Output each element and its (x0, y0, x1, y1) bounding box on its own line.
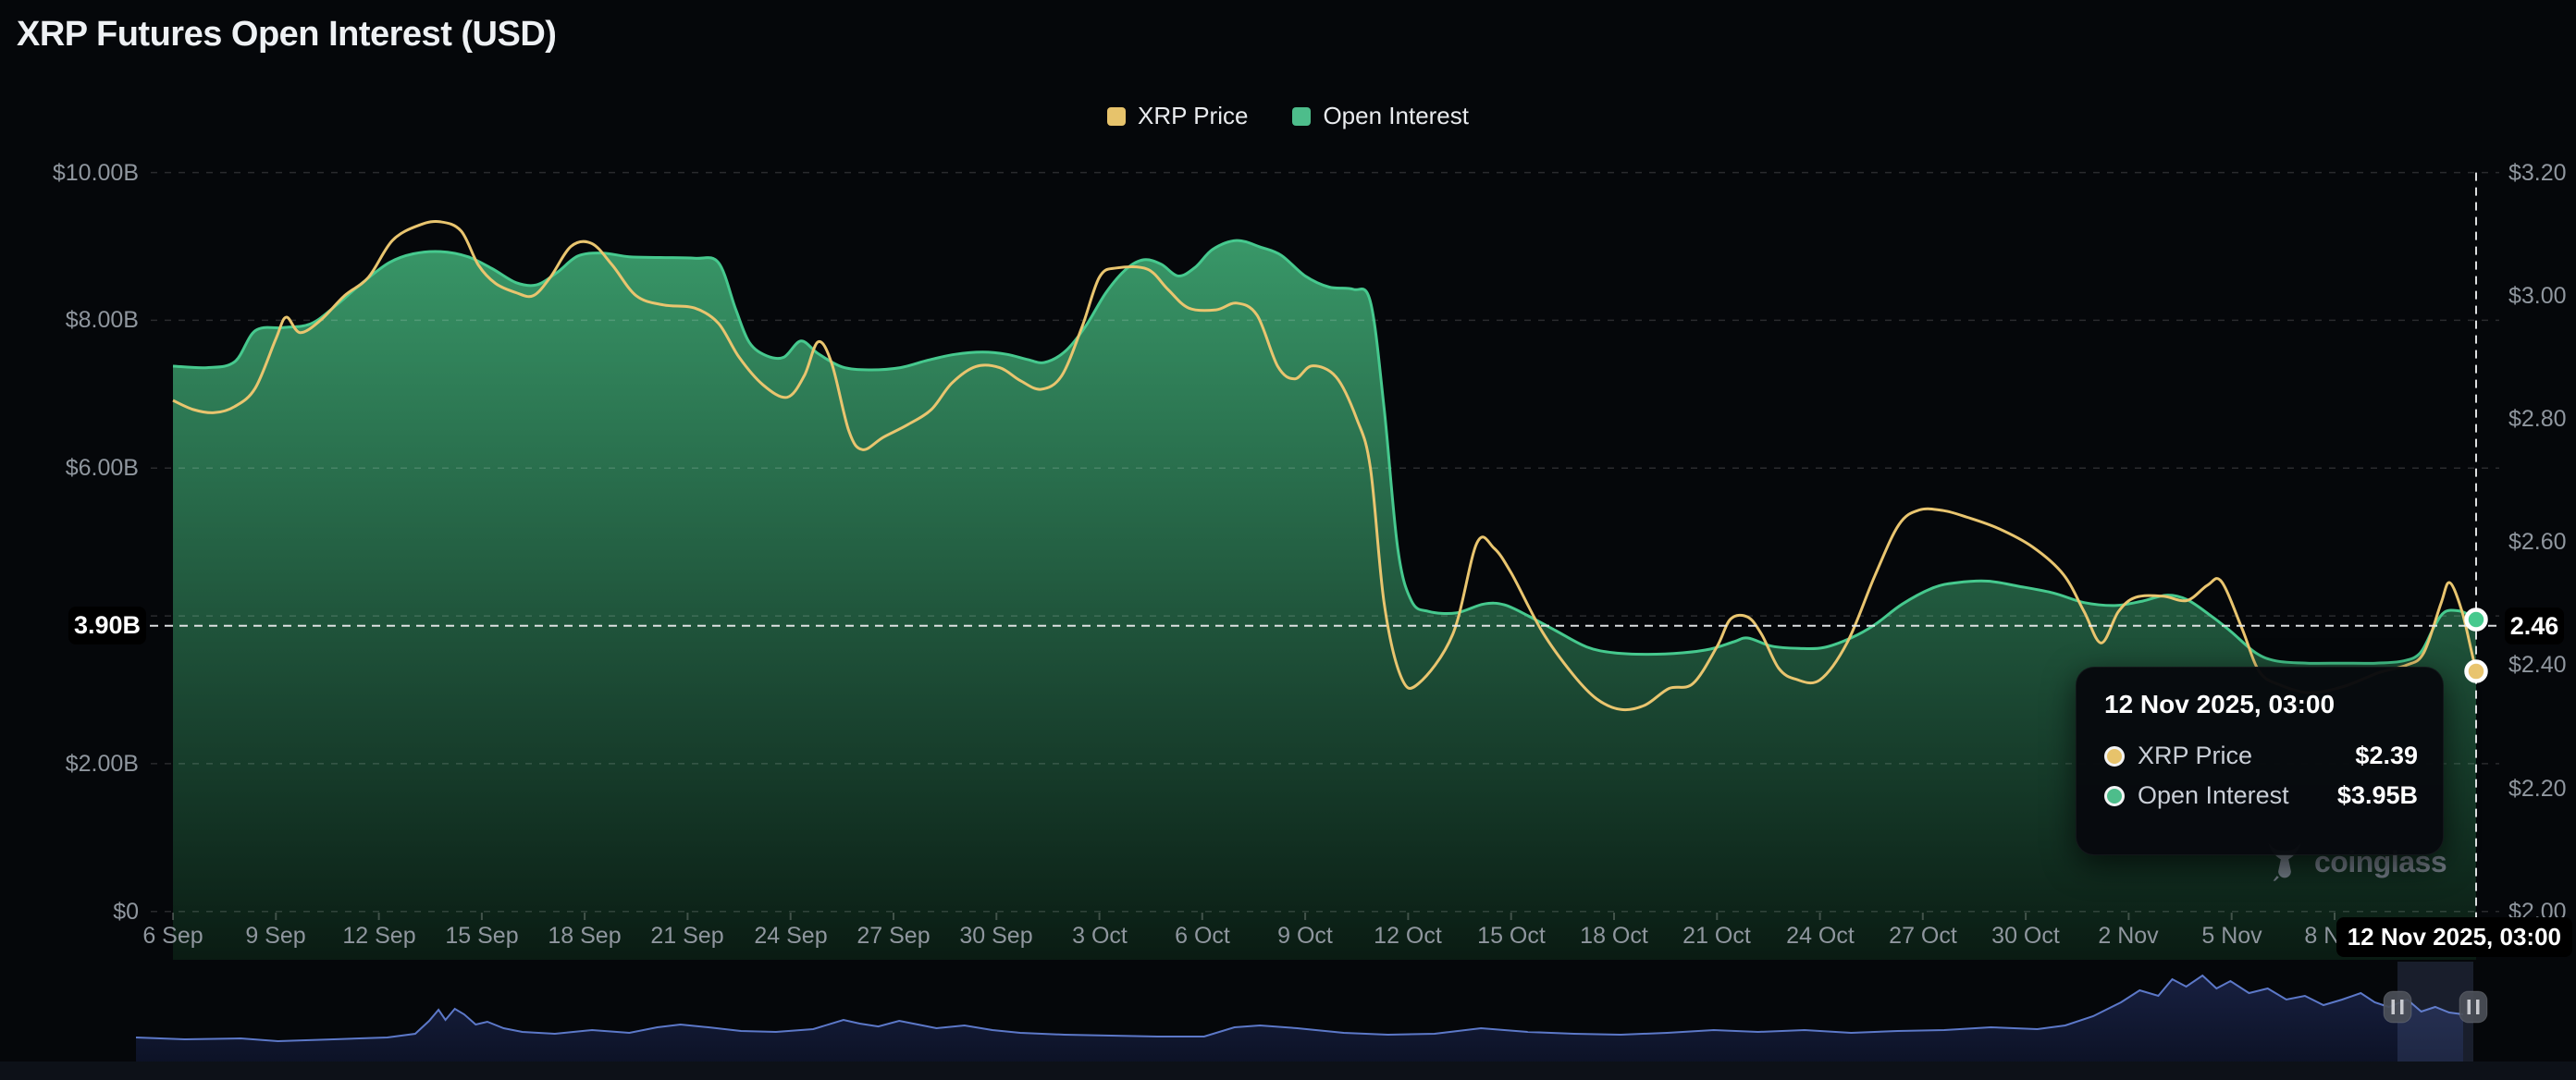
x-axis-label: 27 Sep (857, 923, 930, 950)
navigator-area (136, 976, 2463, 1062)
tooltip-row-label: XRP Price (2138, 742, 2252, 770)
navigator-left-handle[interactable] (2384, 991, 2411, 1023)
x-axis-label: 21 Sep (650, 923, 723, 950)
navigator-bottom-strip (0, 1062, 2576, 1080)
x-axis-label: 9 Oct (1277, 923, 1333, 950)
tooltip-row-xrp-price: XRP Price $2.39 (2104, 742, 2418, 770)
x-axis-label: 3 Oct (1072, 923, 1128, 950)
open-interest-dot-icon (2104, 786, 2125, 806)
x-axis-label: 24 Oct (1786, 923, 1855, 950)
x-axis-label: 5 Nov (2201, 923, 2262, 950)
price-value-badge: 2.46 (2505, 608, 2564, 644)
tooltip-row-open-interest: Open Interest $3.95B (2104, 781, 2418, 810)
x-axis-label: 30 Sep (959, 923, 1032, 950)
y-axis-label-left: $2.00B (0, 750, 139, 778)
y-axis-label-left: $10.00B (0, 159, 139, 187)
x-axis-label: 12 Oct (1374, 923, 1442, 950)
x-axis-label: 18 Sep (548, 923, 621, 950)
tooltip-row-value: $3.95B (2337, 781, 2418, 810)
y-axis-label-right: $2.20 (2508, 775, 2567, 803)
current-price-dot (2467, 661, 2486, 681)
y-axis-label-left: $6.00B (0, 454, 139, 482)
x-axis-label: 6 Oct (1175, 923, 1230, 950)
y-axis-label-right: $2.60 (2508, 528, 2567, 556)
x-axis-label: 6 Sep (142, 923, 203, 950)
x-axis-label: 15 Sep (445, 923, 518, 950)
y-axis-label-left: $8.00B (0, 306, 139, 334)
y-axis-label-left: $0 (0, 898, 139, 926)
tooltip-row-value: $2.39 (2355, 742, 2418, 770)
open-interest-value-badge: 3.90B (68, 607, 146, 644)
x-axis-label: 30 Oct (1991, 923, 2060, 950)
x-axis-label: 15 Oct (1477, 923, 1546, 950)
x-axis-label: 12 Sep (342, 923, 415, 950)
x-axis-label: 9 Sep (245, 923, 305, 950)
current-open-interest-dot (2467, 610, 2486, 630)
price-open-interest-chart[interactable] (0, 0, 2576, 1080)
x-axis-label: 18 Oct (1580, 923, 1648, 950)
y-axis-label-right: $3.00 (2508, 282, 2567, 310)
tooltip-row-label: Open Interest (2138, 781, 2289, 810)
x-axis-label: 24 Sep (754, 923, 827, 950)
xrp-price-dot-icon (2104, 746, 2125, 767)
y-axis-label-right: $2.40 (2508, 651, 2567, 679)
x-axis-label: 27 Oct (1889, 923, 1957, 950)
navigator[interactable] (0, 962, 2576, 1080)
tooltip-date: 12 Nov 2025, 03:00 (2104, 690, 2418, 719)
x-axis-label: 2 Nov (2098, 923, 2158, 950)
y-axis-label-right: $2.80 (2508, 405, 2567, 433)
coinglass-chart-page: { "title": "XRP Futures Open Interest (U… (0, 0, 2576, 1080)
navigator-right-handle[interactable] (2459, 991, 2487, 1023)
tooltip: 12 Nov 2025, 03:00 XRP Price $2.39 Open … (2076, 667, 2444, 855)
y-axis-label-right: $3.20 (2508, 159, 2567, 187)
x-axis-current-date-label: 12 Nov 2025, 03:00 (2336, 917, 2572, 957)
x-axis-label: 21 Oct (1682, 923, 1751, 950)
